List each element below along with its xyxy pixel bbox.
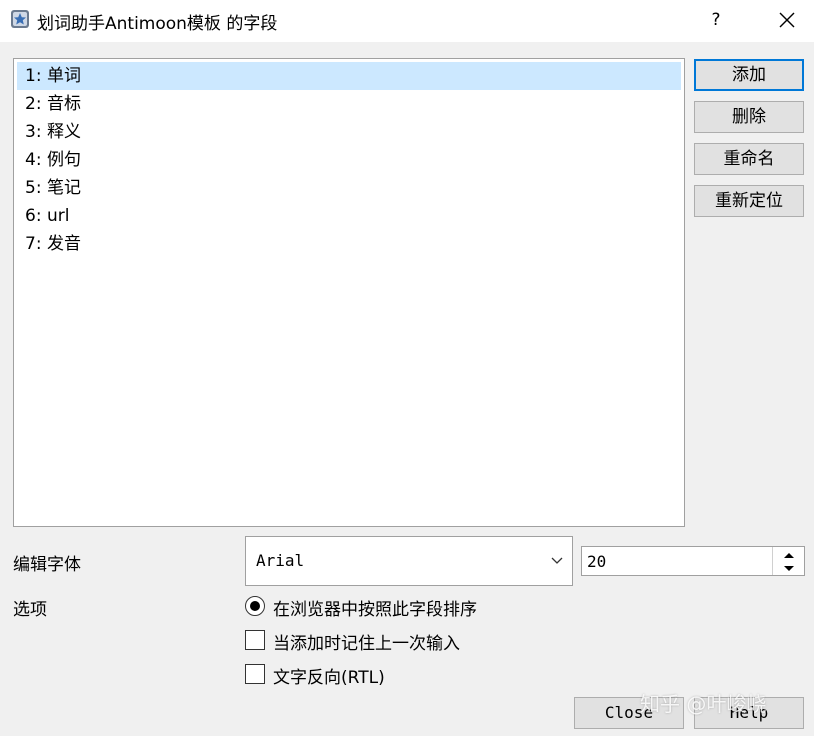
rename-field-button[interactable]: 重命名 <box>694 143 804 175</box>
font-size-spinbox[interactable]: 20 <box>581 546 805 576</box>
field-item[interactable]: 3: 释义 <box>17 118 681 146</box>
field-item[interactable]: 5: 笔记 <box>17 174 681 202</box>
font-select-value: Arial <box>256 551 305 570</box>
add-field-button[interactable]: 添加 <box>694 59 804 91</box>
triangle-down-icon <box>784 566 794 571</box>
spin-up-button[interactable] <box>773 547 804 561</box>
rtl-checkbox[interactable] <box>245 664 265 684</box>
field-item[interactable]: 7: 发音 <box>17 230 681 258</box>
anki-star-icon <box>11 10 29 28</box>
window-title: 划词助手Antimoon模板 的字段 <box>37 14 278 34</box>
font-size-value: 20 <box>587 552 607 571</box>
sort-field-radio[interactable] <box>245 596 265 616</box>
sort-field-label: 在浏览器中按照此字段排序 <box>273 600 477 620</box>
field-list[interactable]: 1: 单词 2: 音标 3: 释义 4: 例句 5: 笔记 6: url 7: … <box>13 58 685 527</box>
font-label: 编辑字体 <box>13 555 81 575</box>
options-label: 选项 <box>13 600 47 620</box>
chevron-down-icon <box>551 557 563 564</box>
delete-field-button[interactable]: 删除 <box>694 101 804 133</box>
remember-last-label: 当添加时记住上一次输入 <box>273 634 460 654</box>
field-item[interactable]: 6: url <box>17 202 681 230</box>
remember-last-checkbox[interactable] <box>245 630 265 650</box>
field-item[interactable]: 1: 单词 <box>17 62 681 90</box>
watermark: 知乎 @叶峻峣 <box>640 692 767 716</box>
font-select[interactable]: Arial <box>245 536 573 586</box>
spin-buttons[interactable] <box>772 547 804 575</box>
triangle-up-icon <box>784 553 794 558</box>
close-icon[interactable] <box>772 6 802 34</box>
help-question-button[interactable]: ? <box>704 6 728 34</box>
rtl-label: 文字反向(RTL) <box>273 668 385 688</box>
title-bar: 划词助手Antimoon模板 的字段 ? <box>0 0 814 42</box>
reposition-field-button[interactable]: 重新定位 <box>694 185 804 217</box>
field-item[interactable]: 4: 例句 <box>17 146 681 174</box>
spin-down-button[interactable] <box>773 561 804 575</box>
field-item[interactable]: 2: 音标 <box>17 90 681 118</box>
